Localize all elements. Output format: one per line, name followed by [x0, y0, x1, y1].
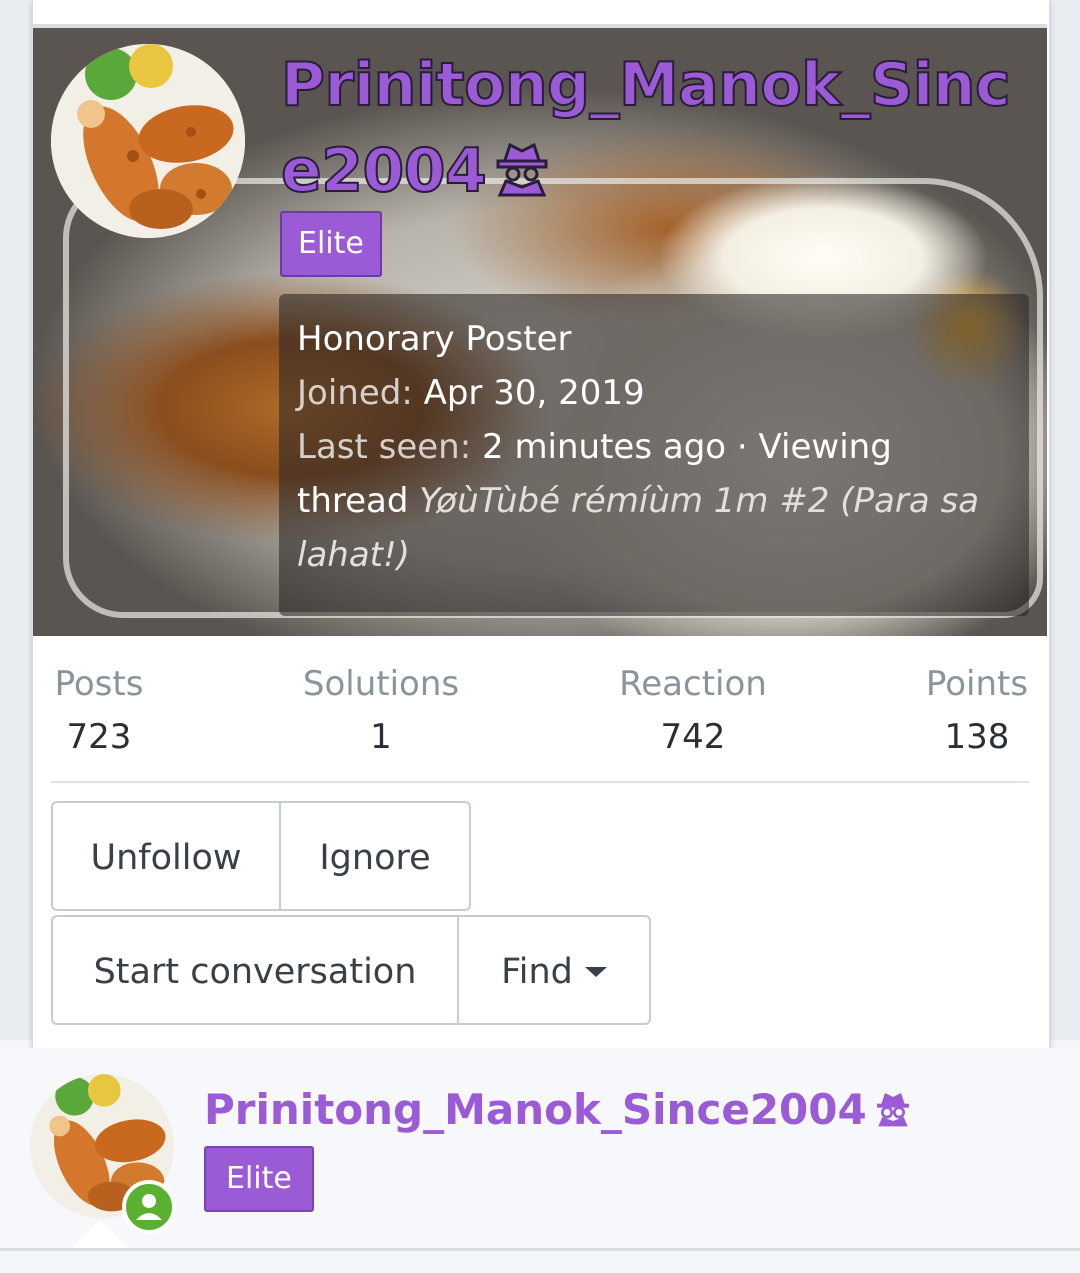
stat-label: Points [925, 664, 1029, 704]
unfollow-button[interactable]: Unfollow [51, 801, 281, 911]
last-seen-label: Last seen: [297, 427, 472, 467]
spy-icon [873, 1086, 913, 1142]
fried-chicken-avatar [51, 44, 245, 238]
stat-value: 1 [370, 717, 392, 757]
username-large[interactable]: Prinitong_Manok_Since2004 [280, 42, 1033, 220]
ignore-button[interactable]: Ignore [279, 801, 471, 911]
caret-down-icon [584, 967, 607, 977]
stat-value: 742 [660, 717, 726, 757]
stat-value: 723 [66, 717, 132, 757]
post-author-badge-elite: Elite [204, 1146, 314, 1212]
find-dropdown-button[interactable]: Find [457, 915, 651, 1025]
stat-reaction[interactable]: Reaction 742 [611, 658, 775, 764]
post-author-username[interactable]: Prinitong_Manok_Since2004 [204, 1082, 913, 1142]
stat-posts[interactable]: Posts 723 [51, 658, 147, 764]
stat-solutions[interactable]: Solutions 1 [299, 658, 463, 764]
joined-label: Joined: [297, 373, 413, 413]
avatar-large[interactable] [51, 44, 245, 238]
profile-banner: Prinitong_Manok_Since2004 Elite Honorary… [33, 28, 1047, 636]
joined-value: Apr 30, 2019 [423, 373, 645, 413]
joined-row: Joined: Apr 30, 2019 [297, 366, 1011, 420]
stat-label: Posts [54, 664, 144, 704]
message-arrow [72, 1220, 128, 1248]
member-info-box: Honorary Poster Joined: Apr 30, 2019 Las… [279, 294, 1029, 616]
last-seen-row: Last seen: 2 minutes ago · Viewing threa… [297, 420, 1011, 582]
find-label: Find [501, 952, 573, 992]
member-stats: Posts 723 Solutions 1 Reaction 742 Point… [51, 636, 1029, 783]
online-user-icon [122, 1180, 176, 1234]
user-title: Honorary Poster [297, 319, 572, 359]
stat-label: Solutions [302, 664, 460, 704]
start-conversation-button[interactable]: Start conversation [51, 915, 459, 1025]
stat-points[interactable]: Points 138 [921, 658, 1033, 764]
badge-elite: Elite [280, 211, 382, 277]
stat-label: Reaction [619, 664, 767, 704]
stat-value: 138 [944, 717, 1010, 757]
spy-icon [492, 134, 552, 220]
member-tooltip: Prinitong_Manok_Since2004 Elite Honorary… [32, 0, 1050, 1049]
